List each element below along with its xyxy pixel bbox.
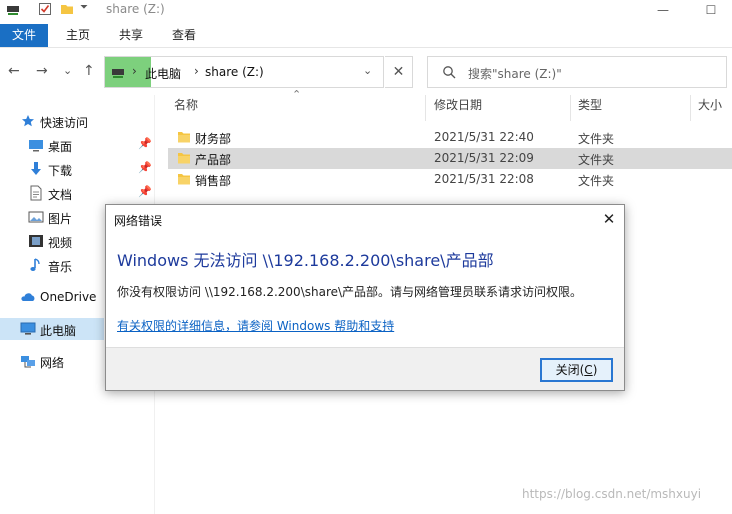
drive-icon — [111, 65, 125, 82]
document-icon — [28, 185, 44, 201]
network-error-dialog: 网络错误 ✕ Windows 无法访问 \\192.168.2.200\shar… — [105, 204, 625, 391]
tab-home[interactable]: 主页 — [56, 24, 100, 47]
breadcrumb-this-pc[interactable]: 此电脑 — [145, 65, 181, 82]
window-title: share (Z:) — [106, 2, 165, 16]
star-icon — [20, 113, 36, 129]
column-divider[interactable] — [425, 95, 426, 121]
sidebar-item-label: 图片 — [48, 212, 73, 226]
sidebar-item-quick-access[interactable]: 快速访问 — [0, 110, 155, 132]
back-button[interactable]: ← — [8, 63, 20, 79]
folder-icon — [177, 130, 191, 144]
search-input[interactable]: 搜索"share (Z:)" — [468, 65, 562, 82]
title-bar: ⏷ share (Z:) — ☐ — [0, 0, 732, 22]
sidebar-item-label: 下载 — [48, 164, 73, 178]
file-row[interactable]: 财务部 2021/5/31 22:40 文件夹 — [168, 127, 732, 148]
file-modified: 2021/5/31 22:40 — [434, 130, 534, 144]
dialog-heading: Windows 无法访问 \\192.168.2.200\share\产品部 — [117, 251, 494, 270]
up-button[interactable]: ↑ — [83, 63, 95, 79]
pictures-icon — [28, 209, 44, 225]
watermark: https://blog.csdn.net/mshxuyi — [522, 487, 702, 501]
file-modified: 2021/5/31 22:09 — [434, 151, 534, 165]
sidebar-item-this-pc[interactable]: 此电脑 — [0, 318, 104, 340]
sidebar-item-label: 此电脑 — [40, 324, 77, 338]
crumb-separator: › — [194, 64, 199, 78]
sidebar-item-documents[interactable]: 文档 📌 — [0, 182, 155, 204]
sidebar-item-label: 音乐 — [48, 260, 73, 274]
file-name: 销售部 — [195, 174, 232, 188]
sidebar-item-label: 视频 — [48, 236, 73, 250]
chevron-down-icon[interactable]: ⌄ — [363, 64, 372, 77]
ribbon-tabs: 文件 主页 共享 查看 — [0, 24, 732, 48]
file-modified: 2021/5/31 22:08 — [434, 172, 534, 186]
file-type: 文件夹 — [578, 153, 615, 167]
video-icon — [28, 233, 44, 249]
close-button-label-end: ) — [592, 363, 598, 377]
pin-icon[interactable]: 📌 — [138, 137, 152, 150]
download-icon — [28, 161, 44, 177]
tab-view[interactable]: 查看 — [162, 24, 206, 47]
pin-icon[interactable]: 📌 — [138, 161, 152, 174]
column-header-name[interactable]: 名称 — [174, 96, 198, 120]
quick-access-dropdown-icon[interactable]: ⏷ — [80, 2, 88, 13]
tab-file[interactable]: 文件 — [0, 24, 48, 47]
sort-ascending-icon: ⌃ — [292, 88, 302, 101]
file-name: 财务部 — [195, 132, 232, 146]
file-row[interactable]: 产品部 2021/5/31 22:09 文件夹 — [168, 148, 732, 169]
properties-icon[interactable] — [38, 2, 52, 19]
sidebar-item-downloads[interactable]: 下载 📌 — [0, 158, 155, 180]
column-header-modified[interactable]: 修改日期 — [434, 96, 482, 120]
pin-icon[interactable]: 📌 — [138, 185, 152, 198]
folder-icon — [177, 151, 191, 165]
tab-share[interactable]: 共享 — [109, 24, 153, 47]
minimize-button[interactable]: — — [640, 0, 686, 22]
column-header-size[interactable]: 大小 — [698, 96, 722, 120]
music-icon — [28, 257, 44, 273]
file-type: 文件夹 — [578, 174, 615, 188]
sidebar-item-label: 桌面 — [48, 140, 73, 154]
desktop-icon — [28, 137, 44, 153]
column-header-type[interactable]: 类型 — [578, 96, 602, 120]
network-icon — [20, 353, 36, 369]
dialog-close-button[interactable]: ✕ — [598, 208, 620, 230]
maximize-button[interactable]: ☐ — [688, 0, 732, 22]
help-link[interactable]: 有关权限的详细信息，请参阅 Windows 帮助和支持 — [117, 317, 394, 334]
navigation-bar: ← → ⌄ ↑ › 此电脑 › share (Z:) ⌄ ✕ 搜索"share … — [0, 53, 732, 91]
search-icon — [442, 65, 456, 82]
sidebar-item-label: OneDrive — [40, 290, 97, 304]
column-divider[interactable] — [690, 95, 691, 121]
breadcrumb-share[interactable]: share (Z:) — [205, 65, 264, 79]
sidebar-item-label: 文档 — [48, 188, 73, 202]
recent-locations-button[interactable]: ⌄ — [63, 63, 72, 79]
search-box[interactable]: 搜索"share (Z:)" — [427, 56, 727, 88]
dialog-footer: 关闭(C) — [106, 347, 624, 390]
sidebar-item-label: 网络 — [40, 356, 65, 370]
dialog-title: 网络错误 — [114, 214, 163, 228]
close-button-accelerator: C — [584, 363, 593, 377]
drive-icon[interactable] — [6, 2, 20, 19]
crumb-separator: › — [132, 64, 137, 78]
file-name: 产品部 — [195, 153, 232, 167]
file-row[interactable]: 销售部 2021/5/31 22:08 文件夹 — [168, 169, 732, 190]
computer-icon — [20, 321, 36, 337]
address-bar[interactable]: › 此电脑 › share (Z:) ⌄ — [104, 56, 384, 88]
close-button-label: 关闭( — [555, 363, 585, 377]
dialog-message: 你没有权限访问 \\192.168.2.200\share\产品部。请与网络管理… — [117, 285, 583, 299]
new-folder-icon[interactable] — [60, 2, 74, 19]
column-divider[interactable] — [570, 95, 571, 121]
close-button[interactable]: 关闭(C) — [540, 358, 613, 382]
forward-button[interactable]: → — [36, 63, 48, 79]
cloud-icon — [20, 289, 36, 305]
file-type: 文件夹 — [578, 132, 615, 146]
sidebar-item-desktop[interactable]: 桌面 📌 — [0, 134, 155, 156]
folder-icon — [177, 172, 191, 186]
sidebar-item-label: 快速访问 — [40, 116, 89, 130]
refresh-button[interactable]: ✕ — [385, 56, 413, 88]
